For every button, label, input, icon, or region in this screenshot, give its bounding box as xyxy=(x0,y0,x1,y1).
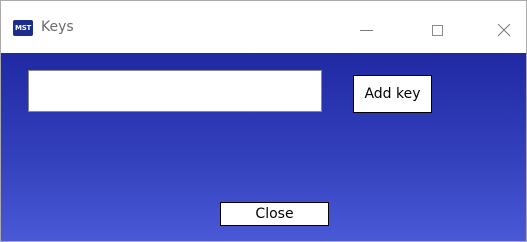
minimize-button[interactable] xyxy=(349,13,383,47)
close-icon xyxy=(497,23,511,37)
title-bar[interactable]: MST Keys xyxy=(1,1,526,53)
app-icon: MST xyxy=(13,20,33,36)
close-button[interactable]: Close xyxy=(220,202,329,226)
key-input[interactable] xyxy=(28,70,322,112)
maximize-button[interactable] xyxy=(420,13,454,47)
keys-window: MST Keys Add key Close xyxy=(0,0,527,242)
close-window-button[interactable] xyxy=(487,13,521,47)
maximize-icon xyxy=(431,24,443,36)
add-key-button[interactable]: Add key xyxy=(353,75,432,113)
minimize-icon xyxy=(359,29,373,31)
client-area: Add key Close xyxy=(1,53,526,241)
window-title: Keys xyxy=(41,19,74,35)
